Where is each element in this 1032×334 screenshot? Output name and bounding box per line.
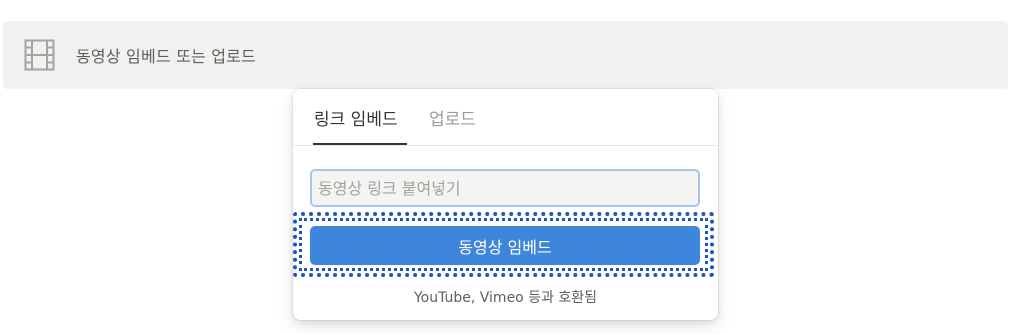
video-block-label: 동영상 임베드 또는 업로드 — [76, 47, 256, 66]
video-link-input[interactable] — [310, 169, 700, 207]
page: 동영상 임베드 또는 업로드 링크 임베드 업로드 동영상 임베드 YouTub… — [0, 0, 1032, 334]
tab-upload[interactable]: 업로드 — [429, 105, 476, 130]
film-icon — [24, 39, 55, 71]
popup-tabs: 링크 임베드 업로드 — [293, 89, 718, 146]
tab-embed-link[interactable]: 링크 임베드 — [314, 105, 398, 130]
embed-popup: 링크 임베드 업로드 동영상 임베드 YouTube, Vimeo 등과 호환됨 — [293, 89, 718, 320]
video-embed-block[interactable]: 동영상 임베드 또는 업로드 — [3, 21, 1008, 89]
active-tab-indicator — [313, 143, 407, 145]
embed-video-button[interactable]: 동영상 임베드 — [310, 226, 700, 265]
compatibility-note: YouTube, Vimeo 등과 호환됨 — [413, 290, 598, 306]
